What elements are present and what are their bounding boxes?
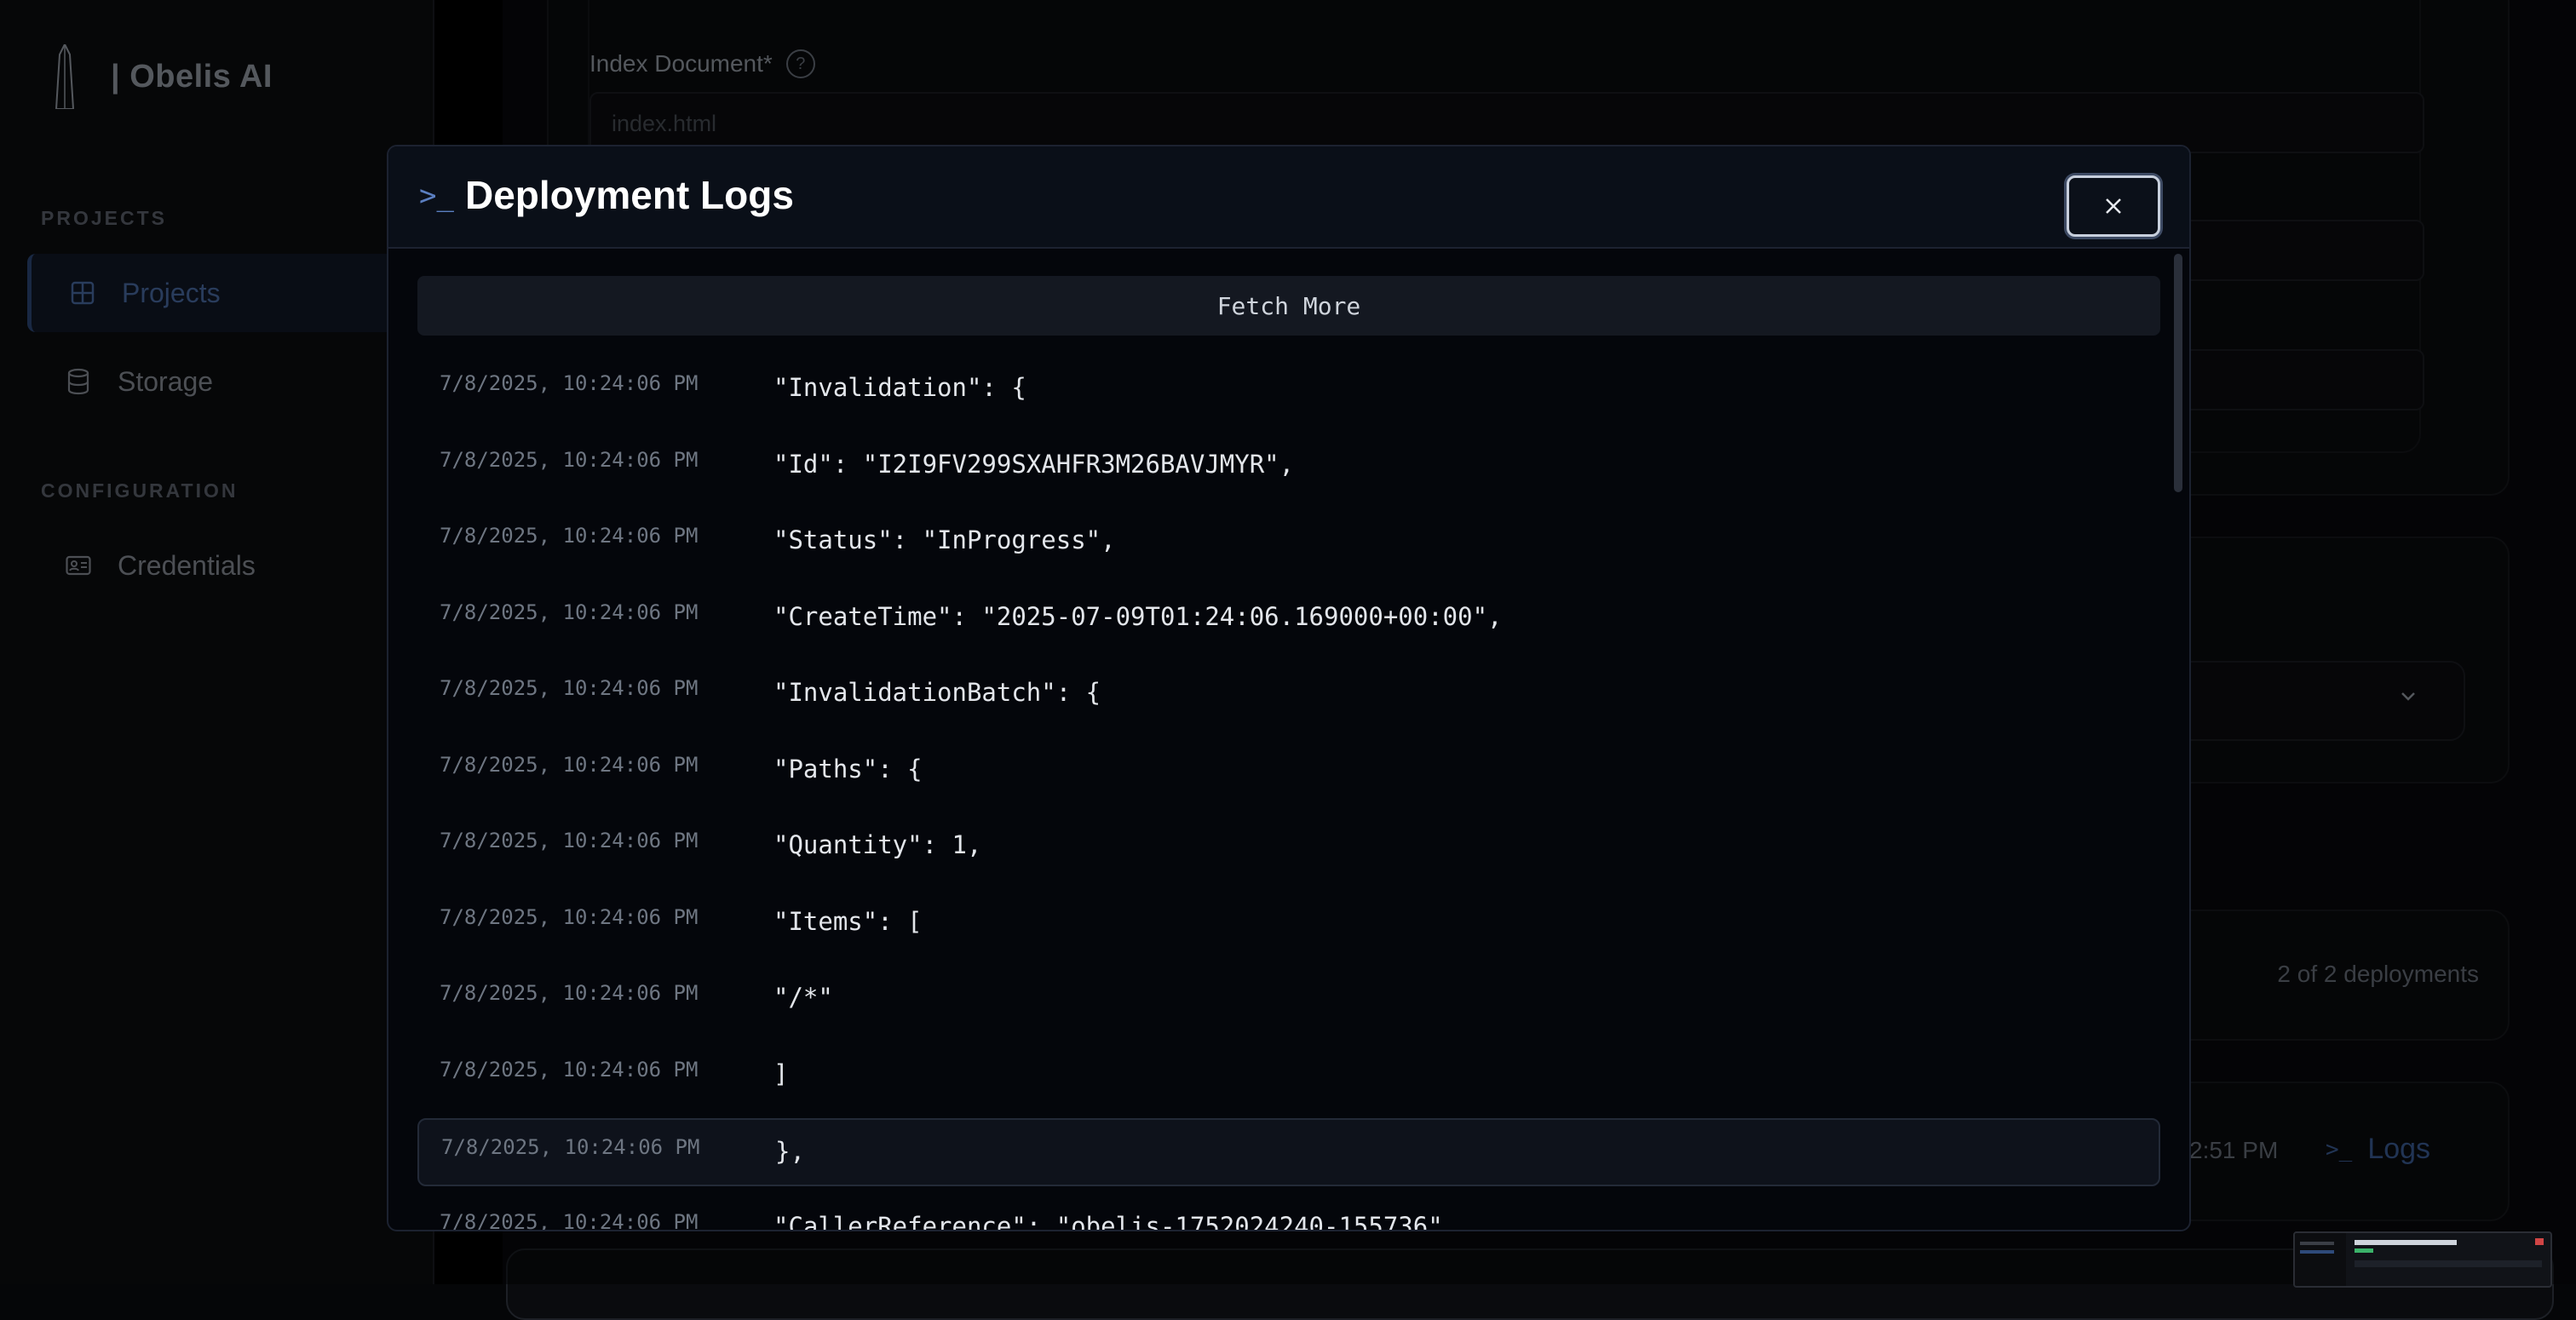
log-line: 7/8/2025, 10:24:06 PM "Invalidation": { [417, 356, 2160, 424]
modal-header: >_ Deployment Logs [388, 146, 2189, 249]
fetch-more-button[interactable]: Fetch More [417, 276, 2160, 336]
log-line: 7/8/2025, 10:24:06 PM "Id": "I2I9FV299SXA… [417, 433, 2160, 501]
log-line: 7/8/2025, 10:24:06 PM] [417, 1042, 2160, 1111]
log-line: 7/8/2025, 10:24:06 PM "CallerReference": … [417, 1195, 2160, 1230]
modal-title: Deployment Logs [465, 173, 794, 217]
log-line: 7/8/2025, 10:24:06 PM "Quantity": 1, [417, 813, 2160, 881]
log-line: 7/8/2025, 10:24:06 PM "Status": "InProgre… [417, 508, 2160, 577]
close-icon [2106, 198, 2121, 214]
log-timestamp: 7/8/2025, 10:24:06 PM [440, 981, 699, 1005]
log-message: "Paths": { [773, 755, 923, 783]
terminal-icon: >_ [419, 179, 454, 213]
log-timestamp: 7/8/2025, 10:24:06 PM [440, 905, 699, 929]
deployment-logs-modal: >_ Deployment Logs Fetch More 7/8/2025, … [387, 145, 2191, 1231]
close-button[interactable] [2067, 175, 2160, 237]
log-line: 7/8/2025, 10:24:06 PM "/*" [417, 966, 2160, 1034]
log-timestamp: 7/8/2025, 10:24:06 PM [440, 1210, 699, 1230]
log-line: 7/8/2025, 10:24:06 PM "CreateTime": "2025… [417, 585, 2160, 653]
screenshot-thumbnail[interactable] [2293, 1231, 2552, 1288]
log-line: 7/8/2025, 10:24:06 PM}, [417, 1118, 2160, 1186]
scrollbar-thumb[interactable] [2174, 254, 2182, 492]
log-message: "CreateTime": "2025-07-09T01:24:06.16900… [773, 602, 1503, 631]
log-line: 7/8/2025, 10:24:06 PM "Items": [ [417, 890, 2160, 958]
log-timestamp: 7/8/2025, 10:24:06 PM [440, 676, 699, 700]
log-message: }, [775, 1137, 805, 1166]
log-timestamp: 7/8/2025, 10:24:06 PM [440, 829, 699, 852]
log-message: "Invalidation": { [773, 373, 1026, 402]
log-message: "Id": "I2I9FV299SXAHFR3M26BAVJMYR", [773, 450, 1295, 479]
logs-scroll-area[interactable]: Fetch More 7/8/2025, 10:24:06 PM "Invalid… [388, 249, 2189, 1230]
log-timestamp: 7/8/2025, 10:24:06 PM [440, 448, 699, 472]
log-message: "InvalidationBatch": { [773, 678, 1101, 707]
log-timestamp: 7/8/2025, 10:24:06 PM [440, 524, 699, 548]
log-message: "Quantity": 1, [773, 830, 982, 859]
log-message: "Status": "InProgress", [773, 525, 1116, 554]
log-timestamp: 7/8/2025, 10:24:06 PM [440, 371, 699, 395]
log-timestamp: 7/8/2025, 10:24:06 PM [440, 1058, 699, 1082]
log-line: 7/8/2025, 10:24:06 PM "Paths": { [417, 737, 2160, 806]
log-message: "/*" [773, 983, 833, 1012]
log-timestamp: 7/8/2025, 10:24:06 PM [440, 753, 699, 777]
log-message: "CallerReference": "obelis-1752024240-15… [773, 1212, 1443, 1230]
log-line: 7/8/2025, 10:24:06 PM "InvalidationBatch"… [417, 661, 2160, 729]
log-timestamp: 7/8/2025, 10:24:06 PM [441, 1135, 700, 1159]
log-message: "Items": [ [773, 907, 923, 936]
log-timestamp: 7/8/2025, 10:24:06 PM [440, 600, 699, 624]
log-message: ] [773, 1059, 789, 1088]
